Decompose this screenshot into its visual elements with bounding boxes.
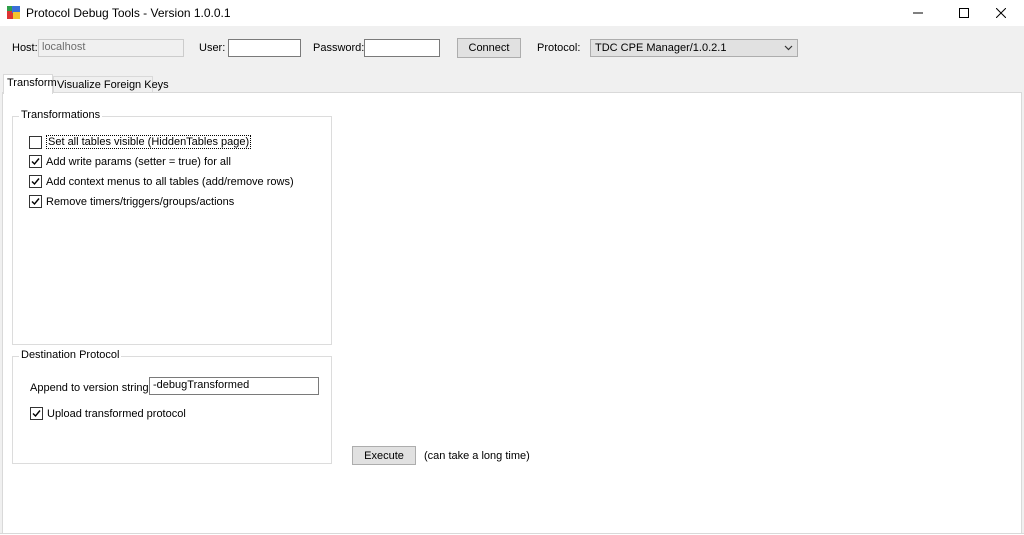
checkmark-icon xyxy=(31,158,40,166)
execute-note: (can take a long time) xyxy=(424,450,530,462)
option-add-write-params[interactable]: Add write params (setter = true) for all xyxy=(29,155,231,168)
checkmark-icon xyxy=(32,410,41,418)
append-version-label: Append to version string: xyxy=(30,382,152,394)
option-label: Add write params (setter = true) for all xyxy=(46,155,231,168)
user-label: User: xyxy=(199,42,226,54)
protocol-label: Protocol: xyxy=(537,42,581,54)
host-field[interactable]: localhost xyxy=(38,39,184,57)
option-label: Remove timers/triggers/groups/actions xyxy=(46,195,235,208)
title-bar[interactable]: Protocol Debug Tools - Version 1.0.0.1 xyxy=(0,0,1024,26)
checkbox[interactable] xyxy=(29,175,42,188)
password-label: Password: xyxy=(313,42,365,54)
protocol-dropdown[interactable]: TDC CPE Manager/1.0.2.1 xyxy=(590,39,798,57)
execute-button[interactable]: Execute xyxy=(352,446,416,465)
option-label: Add context menus to all tables (add/rem… xyxy=(46,175,294,188)
transformations-group-title: Transformations xyxy=(19,109,103,121)
close-button[interactable] xyxy=(978,0,1024,26)
option-set-all-tables-visible[interactable]: Set all tables visible (HiddenTables pag… xyxy=(29,135,252,149)
close-icon xyxy=(996,8,1006,18)
protocol-selected-value: TDC CPE Manager/1.0.2.1 xyxy=(595,42,727,54)
user-field[interactable] xyxy=(228,39,301,57)
connect-button[interactable]: Connect xyxy=(457,38,521,58)
tab-transform[interactable]: Transform xyxy=(3,74,57,94)
option-upload-transformed[interactable]: Upload transformed protocol xyxy=(30,407,186,420)
window-title: Protocol Debug Tools - Version 1.0.0.1 xyxy=(26,6,231,20)
option-label: Set all tables visible (HiddenTables pag… xyxy=(46,135,252,149)
host-label: Host: xyxy=(12,42,38,54)
minimize-button[interactable] xyxy=(895,0,941,26)
client-area: Host: localhost User: Password: Connect … xyxy=(0,26,1024,534)
option-label: Upload transformed protocol xyxy=(47,407,186,420)
checkbox[interactable] xyxy=(29,195,42,208)
checkbox[interactable] xyxy=(30,407,43,420)
transformations-group: Transformations Set all tables visible (… xyxy=(12,109,332,345)
append-version-field[interactable]: -debugTransformed xyxy=(149,377,319,395)
app-icon xyxy=(7,6,20,19)
maximize-icon xyxy=(959,8,969,18)
password-field[interactable] xyxy=(364,39,440,57)
destination-group-title: Destination Protocol xyxy=(19,349,122,361)
option-add-context-menus[interactable]: Add context menus to all tables (add/rem… xyxy=(29,175,294,188)
checkbox[interactable] xyxy=(29,135,42,149)
checkbox[interactable] xyxy=(29,155,42,168)
minimize-icon xyxy=(913,12,923,14)
option-remove-timers[interactable]: Remove timers/triggers/groups/actions xyxy=(29,195,234,208)
checkmark-icon xyxy=(31,178,40,186)
chevron-down-icon xyxy=(784,45,793,51)
checkmark-icon xyxy=(31,198,40,206)
transform-tab-page: Transformations Set all tables visible (… xyxy=(2,92,1022,534)
destination-protocol-group: Destination Protocol Append to version s… xyxy=(12,349,332,464)
